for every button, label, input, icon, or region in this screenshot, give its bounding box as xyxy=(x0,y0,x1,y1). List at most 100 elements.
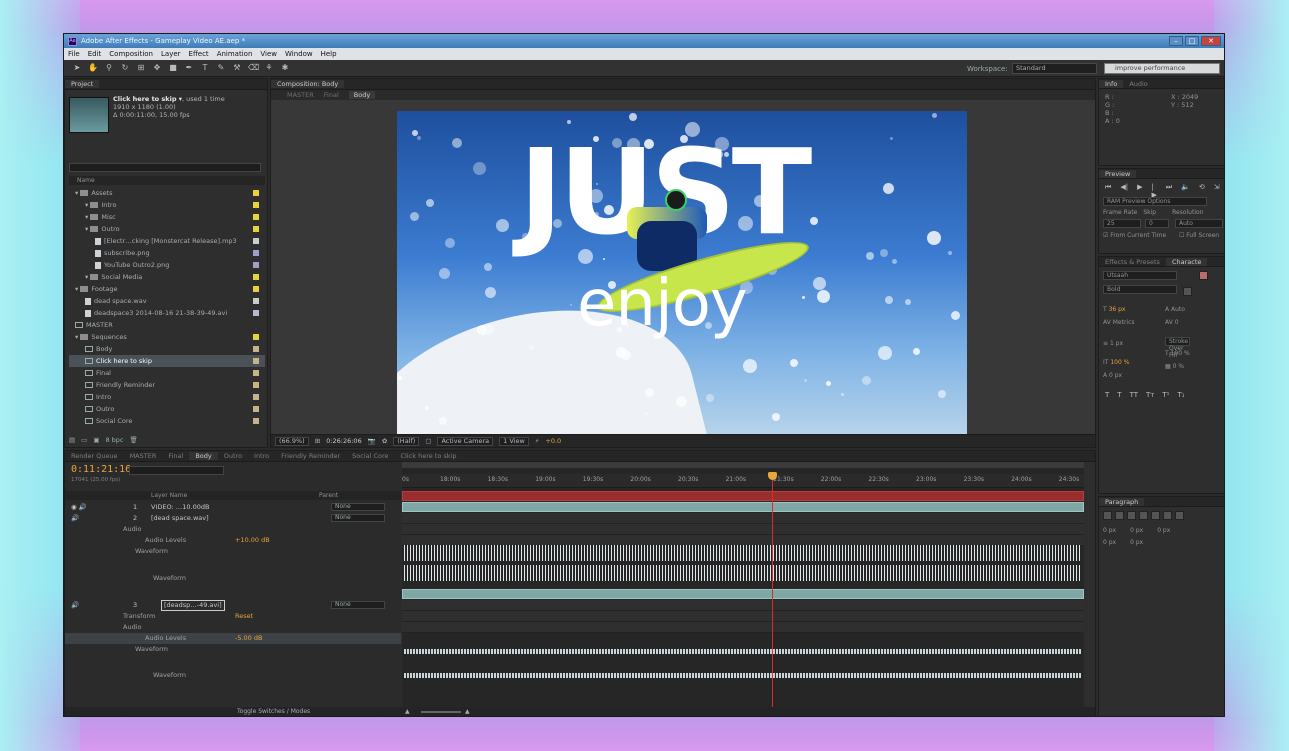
leading-value[interactable]: Auto xyxy=(1171,306,1185,313)
work-area-bar[interactable] xyxy=(402,462,1084,468)
label-color-swatch[interactable] xyxy=(253,226,259,232)
project-search-input[interactable] xyxy=(69,163,261,172)
tab-effects-presets[interactable]: Effects & Presets xyxy=(1099,258,1166,266)
tab-composition-body[interactable]: Composition: Body xyxy=(271,80,345,88)
layer-row-2[interactable]: 🔊 2 [dead space.wav] None xyxy=(65,513,401,524)
pan-behind-tool-icon[interactable]: ✥ xyxy=(152,63,162,73)
timeline-tab[interactable]: Body xyxy=(189,452,218,460)
project-item[interactable]: ▾ Misc xyxy=(69,211,265,223)
timeline-tab[interactable]: Click here to skip xyxy=(395,452,463,460)
comp-crumb-final[interactable]: Final xyxy=(324,91,339,99)
maximize-button[interactable]: □ xyxy=(1185,36,1199,46)
audio-levels-value[interactable]: -5.00 dB xyxy=(235,633,262,644)
prop-audio[interactable]: Audio xyxy=(65,524,401,535)
layer-name[interactable]: [dead space.wav] xyxy=(151,513,209,524)
menu-edit[interactable]: Edit xyxy=(84,50,106,58)
baseline-shift-field[interactable]: A 0 px xyxy=(1103,369,1135,382)
track-bar-layer-3[interactable] xyxy=(402,589,1084,599)
frame-rate-select[interactable]: 25 xyxy=(1103,219,1141,228)
parent-select[interactable]: None xyxy=(331,514,385,522)
col-layer-name[interactable]: Layer Name xyxy=(151,491,187,500)
stroke-mode-select[interactable]: Stroke Over Fill xyxy=(1165,337,1190,359)
brush-tool-icon[interactable]: ✎ xyxy=(216,63,226,73)
vertical-scale-field[interactable]: IT 100 % xyxy=(1103,356,1135,369)
hand-tool-icon[interactable]: ✋ xyxy=(88,63,98,73)
minimize-button[interactable]: – xyxy=(1169,36,1183,46)
type-tool-icon[interactable]: T xyxy=(200,63,210,73)
layer-name[interactable]: VIDEO: …10.00dB xyxy=(151,502,209,513)
indent-left-value[interactable]: 0 px xyxy=(1103,527,1116,534)
region-icon[interactable]: ▢ xyxy=(425,437,431,445)
project-item[interactable]: Social Core xyxy=(69,415,265,427)
project-item[interactable]: Final xyxy=(69,367,265,379)
label-color-swatch[interactable] xyxy=(253,406,259,412)
help-search-input[interactable]: improve performance xyxy=(1104,63,1220,74)
prop-audio-levels-3[interactable]: Audio Levels -5.00 dB xyxy=(65,633,401,644)
project-item[interactable]: subscribe.png xyxy=(69,247,265,259)
label-color-swatch[interactable] xyxy=(253,250,259,256)
label-color-swatch[interactable] xyxy=(253,286,259,292)
menu-view[interactable]: View xyxy=(256,50,281,58)
timeline-tab[interactable]: Outro xyxy=(218,452,248,460)
selected-item-name[interactable]: Click here to skip ▾ xyxy=(113,95,182,103)
timeline-tab[interactable]: Social Core xyxy=(346,452,394,460)
align-right-icon[interactable] xyxy=(1127,511,1136,520)
project-item[interactable]: ▾ Assets xyxy=(69,187,265,199)
project-item[interactable]: Friendly Reminder xyxy=(69,379,265,391)
audio-icon[interactable]: 🔊 xyxy=(71,600,79,611)
indent-right-value[interactable]: 0 px xyxy=(1130,527,1143,534)
track-bar-layer-1[interactable] xyxy=(402,491,1084,501)
layer-row-1[interactable]: ◉ 🔊 1 VIDEO: …10.00dB None xyxy=(65,502,401,513)
tab-project[interactable]: Project xyxy=(65,80,100,88)
label-color-swatch[interactable] xyxy=(253,358,259,364)
baseline-shift-value[interactable]: 0 px xyxy=(1109,372,1122,379)
label-color-swatch[interactable] xyxy=(253,346,259,352)
tsume-value[interactable]: 0 % xyxy=(1173,363,1184,370)
view-layout-select[interactable]: 1 View xyxy=(499,436,529,446)
text-style-button[interactable]: TT xyxy=(1130,391,1138,399)
timeline-tab[interactable]: Render Queue xyxy=(65,452,124,460)
playhead-line[interactable] xyxy=(772,474,773,708)
timeline-tab[interactable]: Friendly Reminder xyxy=(275,452,346,460)
interpret-footage-icon[interactable]: ▤ xyxy=(69,436,75,444)
label-color-swatch[interactable] xyxy=(253,298,259,304)
transform-reset-link[interactable]: Reset xyxy=(235,611,253,622)
eraser-tool-icon[interactable]: ⌫ xyxy=(248,63,259,73)
grid-icon[interactable]: ⊞ xyxy=(315,437,320,445)
leading-field[interactable]: A Auto xyxy=(1165,303,1190,316)
project-item[interactable]: YouTube Outro2.png xyxy=(69,259,265,271)
align-left-icon[interactable] xyxy=(1103,511,1112,520)
parent-select[interactable]: None xyxy=(331,503,385,511)
label-color-swatch[interactable] xyxy=(253,382,259,388)
ram-preview-icon[interactable]: ⇲ xyxy=(1214,183,1220,199)
ram-preview-options-select[interactable]: RAM Preview Options xyxy=(1103,197,1207,206)
project-item[interactable]: Click here to skip xyxy=(69,355,265,367)
visibility-icon[interactable]: ◉ 🔊 xyxy=(71,502,87,513)
zoom-tool-icon[interactable]: ⚲ xyxy=(104,63,114,73)
menu-file[interactable]: File xyxy=(64,50,84,58)
roto-brush-tool-icon[interactable]: ⚘ xyxy=(264,63,274,73)
project-item[interactable]: ▾ Social Media xyxy=(69,271,265,283)
project-item[interactable]: Outro xyxy=(69,403,265,415)
kerning-value[interactable]: Metrics xyxy=(1113,319,1135,326)
fill-color-swatch[interactable] xyxy=(1199,271,1208,280)
prop-audio-3[interactable]: Audio xyxy=(65,622,401,633)
label-color-swatch[interactable] xyxy=(253,214,259,220)
project-item[interactable]: Body xyxy=(69,343,265,355)
prop-audio-levels[interactable]: Audio Levels +10.00 dB xyxy=(65,535,401,546)
exposure-value[interactable]: +0.0 xyxy=(545,437,561,445)
comp-timecode[interactable]: 0:26:26:06 xyxy=(326,437,362,445)
timeline-tab[interactable]: Intro xyxy=(248,452,275,460)
label-color-swatch[interactable] xyxy=(253,190,259,196)
timeline-search-input[interactable] xyxy=(129,466,224,475)
resolution-select[interactable]: (Half) xyxy=(393,436,420,446)
label-color-swatch[interactable] xyxy=(253,370,259,376)
channel-icon[interactable]: ✿ xyxy=(382,437,387,445)
font-size-value[interactable]: 36 px xyxy=(1109,306,1126,313)
tab-audio[interactable]: Audio xyxy=(1123,80,1153,88)
pen-tool-icon[interactable]: ✒ xyxy=(184,63,194,73)
space-before-value[interactable]: 0 px xyxy=(1103,539,1116,546)
project-item[interactable]: ▾ Intro xyxy=(69,199,265,211)
stroke-width-value[interactable]: 1 px xyxy=(1110,340,1123,347)
project-item[interactable]: ▾ Outro xyxy=(69,223,265,235)
